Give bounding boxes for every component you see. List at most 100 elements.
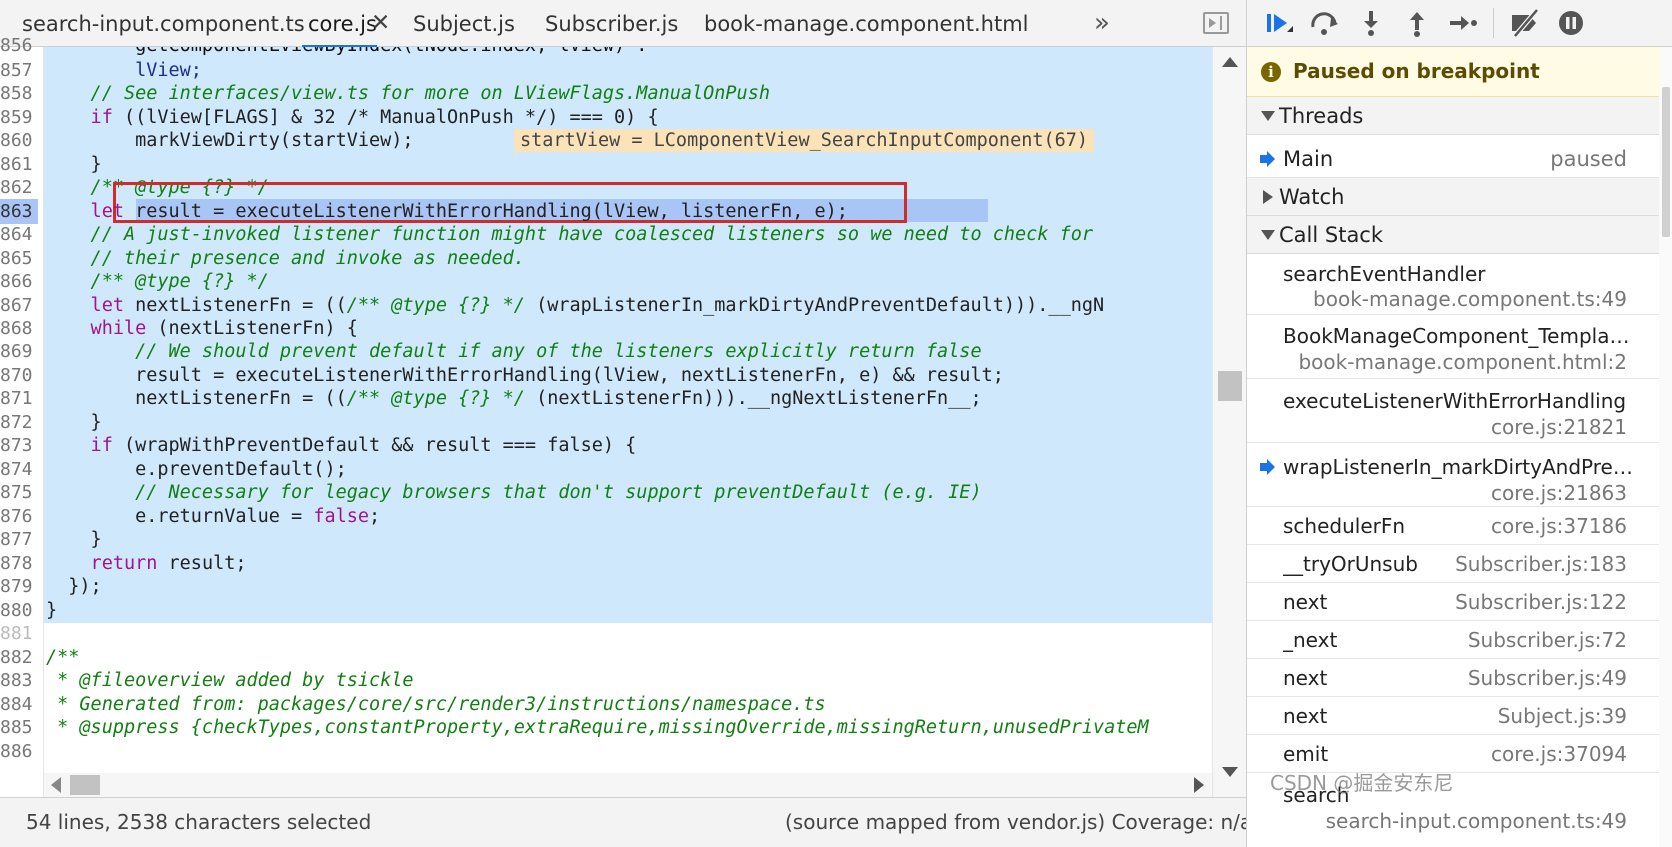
code-line: /** bbox=[44, 645, 1212, 670]
tab-search-input-component-ts[interactable]: search-input.component.ts bbox=[22, 0, 305, 47]
scroll-right-arrow-icon[interactable] bbox=[1194, 777, 1204, 793]
line-number[interactable]: 879 bbox=[0, 574, 38, 599]
scrollbar-thumb[interactable] bbox=[70, 775, 100, 795]
code-text: result = executeListenerWithErrorHandlin… bbox=[46, 365, 1004, 386]
line-number[interactable]: 872 bbox=[0, 410, 38, 435]
thread-row[interactable]: Main paused bbox=[1247, 140, 1672, 178]
call-frame[interactable]: _next Subscriber.js:72 bbox=[1247, 621, 1672, 659]
line-number[interactable]: 856 bbox=[0, 33, 38, 58]
deactivate-breakpoints-icon[interactable] bbox=[1509, 8, 1541, 38]
call-frame[interactable]: next Subscriber.js:49 bbox=[1247, 659, 1672, 697]
code-comment: // Necessary for legacy browsers that do… bbox=[46, 482, 982, 503]
call-frame[interactable]: executeListenerWithErrorHandling core.js… bbox=[1247, 379, 1672, 443]
line-number[interactable]: 861 bbox=[0, 152, 38, 177]
line-number[interactable]: 866 bbox=[0, 269, 38, 294]
line-number[interactable]: 880 bbox=[0, 598, 38, 623]
line-number[interactable]: 862 bbox=[0, 175, 38, 200]
line-number[interactable]: 869 bbox=[0, 339, 38, 364]
close-tab-icon[interactable]: ✕ bbox=[371, 0, 390, 47]
toggle-debugger-sidebar-icon[interactable] bbox=[1203, 12, 1229, 34]
tab-subscriber-js[interactable]: Subscriber.js bbox=[545, 0, 678, 47]
line-number[interactable]: 860 bbox=[0, 128, 38, 153]
code-text: nextListenerFn = (( bbox=[123, 295, 347, 316]
code-text: (nextListenerFn) { bbox=[146, 318, 358, 339]
scroll-left-arrow-icon[interactable] bbox=[51, 777, 61, 793]
debugger-vertical-scrollbar[interactable] bbox=[1659, 47, 1672, 847]
line-number[interactable]: 858 bbox=[0, 81, 38, 106]
line-number[interactable]: 878 bbox=[0, 551, 38, 576]
tab-subject-js[interactable]: Subject.js bbox=[413, 0, 515, 47]
line-number[interactable]: 864 bbox=[0, 222, 38, 247]
editor-vertical-scrollbar[interactable] bbox=[1212, 47, 1246, 797]
scroll-up-arrow-icon[interactable] bbox=[1222, 57, 1238, 67]
call-frame[interactable]: searchEventHandler book-manage.component… bbox=[1247, 254, 1672, 315]
frame-location: core.js:21821 bbox=[1490, 415, 1627, 439]
code-line: nextListenerFn = ((/** @type {?} */ (nex… bbox=[44, 386, 1212, 411]
frame-location: core.js:37186 bbox=[1490, 514, 1627, 538]
more-tabs-icon[interactable]: » bbox=[1094, 0, 1110, 47]
line-number[interactable]: 881 bbox=[0, 621, 38, 646]
current-frame-arrow-icon bbox=[1260, 459, 1275, 475]
call-frame[interactable]: BookManageComponent_Template_a... book-m… bbox=[1247, 315, 1672, 379]
step-out-icon[interactable] bbox=[1401, 8, 1433, 38]
call-frame[interactable]: __tryOrUnsub Subscriber.js:183 bbox=[1247, 545, 1672, 583]
frame-function-name: next bbox=[1283, 590, 1328, 614]
collapse-triangle-icon[interactable] bbox=[1263, 190, 1273, 204]
frame-location: Subscriber.js:183 bbox=[1455, 552, 1627, 576]
line-number[interactable]: 873 bbox=[0, 433, 38, 458]
code-line: result = executeListenerWithErrorHandlin… bbox=[44, 363, 1212, 388]
line-number[interactable]: 874 bbox=[0, 457, 38, 482]
scrollbar-thumb[interactable] bbox=[1218, 371, 1242, 401]
editor-horizontal-scrollbar[interactable] bbox=[44, 773, 1212, 797]
line-number[interactable]: 877 bbox=[0, 527, 38, 552]
step-over-icon[interactable] bbox=[1309, 8, 1341, 38]
call-stack-section-header[interactable]: Call Stack bbox=[1247, 216, 1672, 254]
frame-function-name: next bbox=[1283, 666, 1328, 690]
line-number[interactable]: 885 bbox=[0, 715, 38, 740]
line-number[interactable]: 867 bbox=[0, 293, 38, 318]
line-number-current[interactable]: 863 bbox=[0, 199, 38, 224]
scrollbar-thumb[interactable] bbox=[1662, 87, 1670, 237]
expand-triangle-icon[interactable] bbox=[1261, 111, 1275, 121]
code-line: while (nextListenerFn) { bbox=[44, 316, 1212, 341]
line-number[interactable]: 882 bbox=[0, 645, 38, 670]
call-frame[interactable]: next Subject.js:39 bbox=[1247, 697, 1672, 735]
tab-book-manage-component-html[interactable]: book-manage.component.html bbox=[704, 0, 1029, 47]
frame-location: Subscriber.js:49 bbox=[1467, 666, 1627, 690]
frame-function-name: wrapListenerIn_markDirtyAndPrevent... bbox=[1283, 455, 1633, 479]
line-number[interactable]: 857 bbox=[0, 58, 38, 83]
line-number[interactable]: 884 bbox=[0, 692, 38, 717]
scroll-down-arrow-icon[interactable] bbox=[1222, 767, 1238, 777]
toolbar-divider bbox=[1493, 8, 1494, 38]
expand-triangle-icon[interactable] bbox=[1261, 230, 1275, 240]
frame-location: core.js:21863 bbox=[1490, 481, 1627, 505]
line-number-gutter[interactable]: 856 857 858 859 860 861 862 863 864 865 866 867 868 8… bbox=[0, 35, 44, 797]
tab-core-js[interactable]: core.js bbox=[302, 0, 377, 48]
line-number[interactable]: 875 bbox=[0, 480, 38, 505]
line-number[interactable]: 865 bbox=[0, 246, 38, 271]
line-number[interactable]: 859 bbox=[0, 105, 38, 130]
call-frame-current[interactable]: wrapListenerIn_markDirtyAndPrevent... co… bbox=[1247, 443, 1672, 507]
pause-on-exceptions-icon[interactable] bbox=[1555, 8, 1587, 38]
thread-status: paused bbox=[1550, 147, 1627, 171]
line-number[interactable]: 883 bbox=[0, 668, 38, 693]
code-comment: * Generated from: packages/core/src/rend… bbox=[46, 694, 826, 715]
line-number[interactable]: 871 bbox=[0, 386, 38, 411]
call-frame[interactable]: schedulerFn core.js:37186 bbox=[1247, 507, 1672, 545]
line-number[interactable]: 868 bbox=[0, 316, 38, 341]
line-number[interactable]: 886 bbox=[0, 739, 38, 764]
call-frame[interactable]: next Subscriber.js:122 bbox=[1247, 583, 1672, 621]
threads-section-header[interactable]: Threads bbox=[1247, 97, 1672, 135]
line-number[interactable]: 876 bbox=[0, 504, 38, 529]
code-editor[interactable]: getComponentLViewByIndex(tNode.index, lV… bbox=[44, 47, 1212, 797]
resume-icon[interactable] bbox=[1263, 8, 1295, 38]
step-into-icon[interactable] bbox=[1355, 8, 1387, 38]
inline-variable-value[interactable]: startView = LComponentView_SearchInputCo… bbox=[514, 129, 1095, 152]
line-number[interactable]: 870 bbox=[0, 363, 38, 388]
keyword: while bbox=[46, 318, 147, 339]
code-line: * @suppress {checkTypes,constantProperty… bbox=[44, 715, 1212, 740]
watch-section-header[interactable]: Watch bbox=[1247, 178, 1672, 216]
current-execution-line: let result = executeListenerWithErrorHan… bbox=[44, 199, 1212, 224]
code-line: e.preventDefault(); bbox=[44, 457, 1212, 482]
step-icon[interactable] bbox=[1447, 8, 1479, 38]
